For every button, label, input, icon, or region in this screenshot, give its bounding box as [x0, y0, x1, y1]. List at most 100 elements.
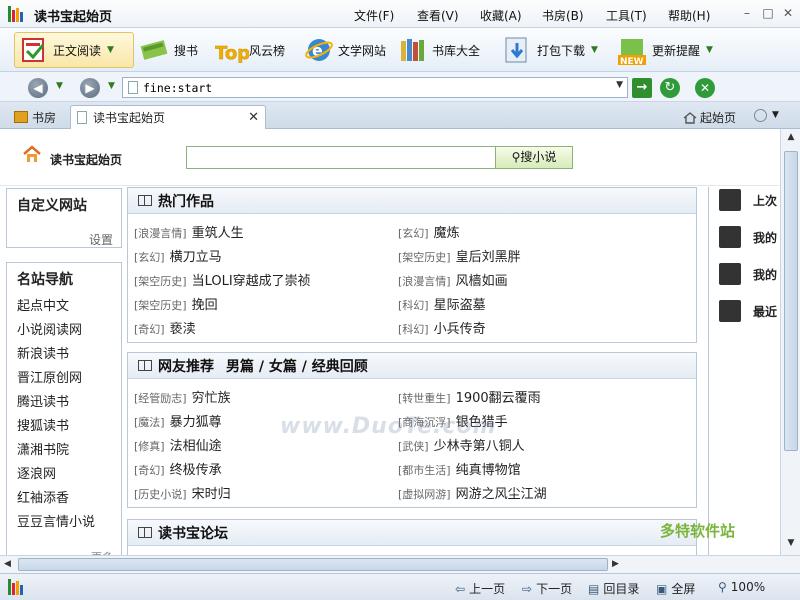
fullscreen-button[interactable]: ▣ 全屏	[656, 580, 695, 597]
forward-history-icon[interactable]: ▼	[108, 81, 115, 91]
stop-button[interactable]: ✕	[695, 78, 715, 98]
nav-link[interactable]: 豆豆言情小说	[17, 511, 121, 535]
scroll-thumb[interactable]	[784, 151, 798, 451]
list-item[interactable]: [科幻] 小兵传奇	[398, 318, 486, 337]
book-title[interactable]: 穷忙族	[192, 391, 231, 406]
list-item[interactable]: [浪漫言情] 重筑人生	[134, 222, 244, 241]
list-item[interactable]: [经管励志] 穷忙族	[134, 387, 231, 406]
book-title[interactable]: 亵渎	[170, 322, 196, 337]
list-item[interactable]: [奇幻] 亵渎	[134, 318, 196, 337]
book-title[interactable]: 挽回	[192, 298, 218, 313]
list-item[interactable]: [历史小说] 宋时归	[134, 483, 231, 502]
book-title[interactable]: 纯真博物馆	[456, 463, 521, 478]
prev-page-button[interactable]: ⇦ 上一页	[455, 580, 505, 597]
book-title[interactable]: 重筑人生	[192, 226, 244, 241]
back-button[interactable]: ◀	[28, 78, 48, 98]
tab-start-page[interactable]: 读书宝起始页 ✕	[70, 105, 266, 129]
menu-tools[interactable]: 工具(T)	[606, 7, 647, 24]
menu-view[interactable]: 查看(V)	[417, 7, 459, 24]
batch-download-button[interactable]: 打包下载 ▼	[503, 32, 598, 68]
update-reminder-button[interactable]: NEW 更新提醒 ▼	[618, 32, 713, 68]
dropdown-icon[interactable]: ▼	[616, 80, 623, 90]
recent-item[interactable]: 最近	[719, 298, 777, 324]
forward-button[interactable]: ▶	[80, 78, 100, 98]
book-title[interactable]: 暴力狐尊	[170, 415, 222, 430]
book-title[interactable]: 魔炼	[434, 226, 460, 241]
tab-bookroom[interactable]: 书房	[8, 105, 62, 129]
book-title[interactable]: 终极传承	[170, 463, 222, 478]
search-button[interactable]: ⚲搜小说	[495, 146, 573, 169]
menu-help[interactable]: 帮助(H)	[668, 7, 710, 24]
book-title[interactable]: 横刀立马	[170, 250, 222, 265]
list-item[interactable]: [架空历史] 当LOLI穿越成了崇祯	[134, 270, 311, 289]
book-title[interactable]: 1900翻云覆雨	[456, 391, 541, 406]
list-item[interactable]: [虚拟网游] 网游之风尘江湖	[398, 483, 547, 502]
scroll-thumb[interactable]	[18, 558, 608, 571]
book-title[interactable]: 网游之风尘江湖	[456, 487, 547, 502]
library-button[interactable]: 书库大全	[398, 32, 480, 68]
menu-file[interactable]: 文件(F)	[354, 7, 394, 24]
next-page-button[interactable]: ⇨ 下一页	[522, 580, 572, 597]
nav-link[interactable]: 晋江原创网	[17, 367, 121, 391]
vertical-scrollbar[interactable]: ▲ ▼	[780, 129, 800, 555]
zoom-control[interactable]: ⚲ 100%	[718, 580, 765, 594]
nav-link[interactable]: 小说阅读网	[17, 319, 121, 343]
book-title[interactable]: 皇后刘黑胖	[456, 250, 521, 265]
scroll-left-icon[interactable]: ◀	[4, 559, 11, 569]
book-title[interactable]: 小兵传奇	[434, 322, 486, 337]
list-item[interactable]: [玄幻] 横刀立马	[134, 246, 222, 265]
search-input[interactable]	[186, 146, 496, 169]
list-item[interactable]: [玄幻] 魔炼	[398, 222, 460, 241]
nav-link[interactable]: 潇湘书院	[17, 439, 121, 463]
nav-link[interactable]: 搜狐读书	[17, 415, 121, 439]
chevron-down-icon[interactable]: ▼	[772, 110, 779, 120]
recommend-filter-links[interactable]: 男篇 / 女篇 / 经典回顾	[226, 356, 368, 376]
start-page-button[interactable]: 起始页	[683, 109, 736, 126]
my-tags-item[interactable]: 我的	[719, 261, 777, 287]
book-title[interactable]: 星际盗墓	[434, 298, 486, 313]
list-item[interactable]: [奇幻] 终极传承	[134, 459, 222, 478]
toc-button[interactable]: ▤ 回目录	[588, 580, 639, 597]
go-button[interactable]: →	[632, 78, 652, 98]
nav-link[interactable]: 红袖添香	[17, 487, 121, 511]
address-field[interactable]: ▼	[122, 77, 628, 98]
menu-favorites[interactable]: 收藏(A)	[480, 7, 522, 24]
my-books-item[interactable]: 我的	[719, 224, 777, 250]
horizontal-scrollbar[interactable]: ◀ ▶	[0, 555, 800, 573]
list-item[interactable]: [架空历史] 皇后刘黑胖	[398, 246, 521, 265]
settings-link[interactable]: 设置	[89, 231, 113, 248]
minimize-icon[interactable]: –	[740, 6, 754, 20]
nav-link[interactable]: 逐浪网	[17, 463, 121, 487]
book-title[interactable]: 法相仙途	[170, 439, 222, 454]
scroll-right-icon[interactable]: ▶	[612, 559, 619, 569]
book-title[interactable]: 少林寺第八铜人	[434, 439, 525, 454]
list-item[interactable]: [架空历史] 挽回	[134, 294, 218, 313]
last-read-item[interactable]: 上次	[719, 187, 777, 213]
literature-sites-button[interactable]: e 文学网站	[304, 32, 386, 68]
book-title[interactable]: 当LOLI穿越成了崇祯	[192, 274, 311, 289]
scroll-up-icon[interactable]: ▲	[784, 132, 798, 146]
address-input[interactable]	[143, 80, 613, 95]
nav-link[interactable]: 腾迅读书	[17, 391, 121, 415]
close-icon[interactable]: ✕	[781, 6, 795, 20]
list-item[interactable]: [科幻] 星际盗墓	[398, 294, 486, 313]
maximize-icon[interactable]: □	[761, 6, 775, 20]
scroll-down-icon[interactable]: ▼	[784, 538, 798, 552]
history-icon[interactable]	[754, 109, 767, 122]
menu-study[interactable]: 书房(B)	[542, 7, 584, 24]
close-tab-icon[interactable]: ✕	[248, 110, 259, 125]
list-item[interactable]: [魔法] 暴力狐尊	[134, 411, 222, 430]
back-history-icon[interactable]: ▼	[56, 81, 63, 91]
ranking-button[interactable]: Top 风云榜	[215, 32, 285, 68]
nav-link[interactable]: 新浪读书	[17, 343, 121, 367]
book-title[interactable]: 宋时归	[192, 487, 231, 502]
book-title[interactable]: 风樯如画	[456, 274, 508, 289]
list-item[interactable]: [修真] 法相仙途	[134, 435, 222, 454]
read-text-button[interactable]: 正文阅读 ▼	[14, 32, 134, 68]
search-book-button[interactable]: 搜书	[140, 32, 198, 68]
refresh-button[interactable]: ↻	[660, 78, 680, 98]
list-item[interactable]: [转世重生] 1900翻云覆雨	[398, 387, 541, 406]
nav-link[interactable]: 起点中文	[17, 295, 121, 319]
list-item[interactable]: [都市生活] 纯真博物馆	[398, 459, 521, 478]
list-item[interactable]: [浪漫言情] 风樯如画	[398, 270, 508, 289]
